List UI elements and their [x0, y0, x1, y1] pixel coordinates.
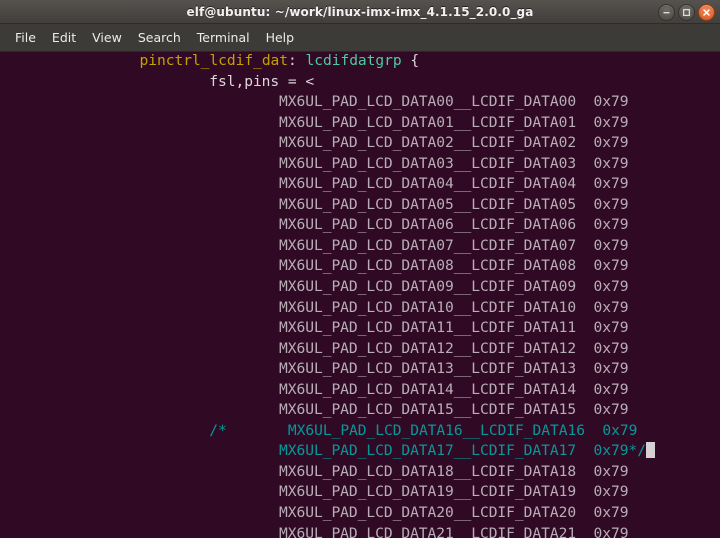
- terminal-line: MX6UL_PAD_LCD_DATA06__LCDIF_DATA06 0x79: [0, 215, 720, 236]
- terminal-text: MX6UL_PAD_LCD_DATA10__LCDIF_DATA10 0x79: [279, 298, 629, 316]
- terminal-text: :: [288, 53, 306, 69]
- terminal-text: MX6UL_PAD_LCD_DATA02__LCDIF_DATA02 0x79: [279, 134, 629, 152]
- terminal-line: MX6UL_PAD_LCD_DATA05__LCDIF_DATA05 0x79: [0, 195, 720, 216]
- window-controls: [658, 0, 715, 24]
- terminal-line: pinctrl_lcdif_dat: lcdifdatgrp {: [0, 53, 720, 72]
- terminal-text: MX6UL_PAD_LCD_DATA16__LCDIF_DATA16 0x79: [287, 421, 638, 439]
- terminal-line: MX6UL_PAD_LCD_DATA21__LCDIF_DATA21 0x79: [0, 524, 720, 538]
- terminal-line: MX6UL_PAD_LCD_DATA02__LCDIF_DATA02 0x79: [0, 133, 720, 154]
- terminal-text: MX6UL_PAD_LCD_DATA03__LCDIF_DATA03 0x79: [279, 154, 629, 172]
- terminal-text: MX6UL_PAD_LCD_DATA12__LCDIF_DATA12 0x79: [279, 339, 629, 357]
- terminal-text: MX6UL_PAD_LCD_DATA05__LCDIF_DATA05 0x79: [279, 195, 629, 213]
- menu-item-help[interactable]: Help: [258, 27, 303, 48]
- menu-item-view[interactable]: View: [84, 27, 130, 48]
- terminal-text: /*: [209, 421, 227, 439]
- terminal-line: MX6UL_PAD_LCD_DATA19__LCDIF_DATA19 0x79: [0, 482, 720, 503]
- terminal-line: MX6UL_PAD_LCD_DATA01__LCDIF_DATA01 0x79: [0, 113, 720, 134]
- menu-item-search[interactable]: Search: [130, 27, 189, 48]
- terminal-text: MX6UL_PAD_LCD_DATA01__LCDIF_DATA01 0x79: [279, 113, 629, 131]
- terminal-line: MX6UL_PAD_LCD_DATA18__LCDIF_DATA18 0x79: [0, 462, 720, 483]
- terminal-text: MX6UL_PAD_LCD_DATA19__LCDIF_DATA19 0x79: [279, 483, 629, 501]
- terminal-line: MX6UL_PAD_LCD_DATA00__LCDIF_DATA00 0x79: [0, 92, 720, 113]
- terminal-text: MX6UL_PAD_LCD_DATA07__LCDIF_DATA07 0x79: [279, 236, 629, 254]
- terminal-text: MX6UL_PAD_LCD_DATA09__LCDIF_DATA09 0x79: [279, 278, 629, 296]
- terminal-text: {: [401, 53, 420, 69]
- menu-item-edit[interactable]: Edit: [44, 27, 84, 48]
- terminal-text: MX6UL_PAD_LCD_DATA08__LCDIF_DATA08 0x79: [279, 257, 629, 275]
- terminal-text: MX6UL_PAD_LCD_DATA21__LCDIF_DATA21 0x79: [279, 524, 629, 538]
- minimize-button[interactable]: [658, 3, 675, 21]
- terminal-line: fsl,pins = <: [0, 72, 720, 93]
- terminal-line: MX6UL_PAD_LCD_DATA04__LCDIF_DATA04 0x79: [0, 174, 720, 195]
- terminal-text: fsl,pins = <: [209, 72, 315, 90]
- terminal-line: MX6UL_PAD_LCD_DATA10__LCDIF_DATA10 0x79: [0, 298, 720, 319]
- terminal-line: MX6UL_PAD_LCD_DATA08__LCDIF_DATA08 0x79: [0, 256, 720, 277]
- terminal-text: MX6UL_PAD_LCD_DATA11__LCDIF_DATA11 0x79: [279, 319, 629, 337]
- close-button[interactable]: [698, 3, 715, 21]
- window-title: elf@ubuntu: ~/work/linux-imx-imx_4.1.15_…: [186, 4, 534, 19]
- menubar: File Edit View Search Terminal Help: [0, 24, 720, 52]
- terminal-line: MX6UL_PAD_LCD_DATA17__LCDIF_DATA17 0x79*…: [0, 441, 720, 462]
- terminal-text: MX6UL_PAD_LCD_DATA06__LCDIF_DATA06 0x79: [279, 216, 629, 234]
- terminal-line: MX6UL_PAD_LCD_DATA11__LCDIF_DATA11 0x79: [0, 318, 720, 339]
- terminal-cursor: [645, 442, 655, 459]
- terminal-text: MX6UL_PAD_LCD_DATA17__LCDIF_DATA17 0x79*…: [279, 442, 646, 460]
- terminal-text: MX6UL_PAD_LCD_DATA00__LCDIF_DATA00 0x79: [279, 93, 629, 111]
- maximize-button[interactable]: [678, 3, 695, 21]
- terminal-text: MX6UL_PAD_LCD_DATA20__LCDIF_DATA20 0x79: [279, 504, 629, 522]
- terminal-line: MX6UL_PAD_LCD_DATA07__LCDIF_DATA07 0x79: [0, 236, 720, 257]
- terminal-line: MX6UL_PAD_LCD_DATA13__LCDIF_DATA13 0x79: [0, 359, 720, 380]
- terminal-text: MX6UL_PAD_LCD_DATA14__LCDIF_DATA14 0x79: [279, 380, 629, 398]
- terminal-line: MX6UL_PAD_LCD_DATA03__LCDIF_DATA03 0x79: [0, 154, 720, 175]
- terminal-text: lcdifdatgrp: [305, 53, 402, 69]
- terminal-text: MX6UL_PAD_LCD_DATA13__LCDIF_DATA13 0x79: [279, 360, 629, 378]
- terminal-window: elf@ubuntu: ~/work/linux-imx-imx_4.1.15_…: [0, 0, 720, 538]
- terminal-line: MX6UL_PAD_LCD_DATA09__LCDIF_DATA09 0x79: [0, 277, 720, 298]
- terminal-line: MX6UL_PAD_LCD_DATA14__LCDIF_DATA14 0x79: [0, 380, 720, 401]
- terminal-line: MX6UL_PAD_LCD_DATA20__LCDIF_DATA20 0x79: [0, 503, 720, 524]
- terminal-text: MX6UL_PAD_LCD_DATA15__LCDIF_DATA15 0x79: [279, 401, 629, 419]
- terminal-screen[interactable]: pinctrl_lcdif_dat: lcdifdatgrp {fsl,pins…: [0, 53, 720, 538]
- terminal-text: MX6UL_PAD_LCD_DATA18__LCDIF_DATA18 0x79: [279, 462, 629, 480]
- terminal-line: MX6UL_PAD_LCD_DATA12__LCDIF_DATA12 0x79: [0, 339, 720, 360]
- menu-item-file[interactable]: File: [7, 27, 44, 48]
- terminal-line: MX6UL_PAD_LCD_DATA15__LCDIF_DATA15 0x79: [0, 400, 720, 421]
- terminal-text: MX6UL_PAD_LCD_DATA04__LCDIF_DATA04 0x79: [279, 175, 629, 193]
- titlebar[interactable]: elf@ubuntu: ~/work/linux-imx-imx_4.1.15_…: [0, 0, 720, 24]
- menu-item-terminal[interactable]: Terminal: [189, 27, 258, 48]
- terminal-text: pinctrl_lcdif_dat: [139, 53, 289, 69]
- terminal-line: /* MX6UL_PAD_LCD_DATA16__LCDIF_DATA16 0x…: [0, 421, 720, 442]
- terminal-text-buffer: pinctrl_lcdif_dat: lcdifdatgrp {fsl,pins…: [0, 53, 720, 538]
